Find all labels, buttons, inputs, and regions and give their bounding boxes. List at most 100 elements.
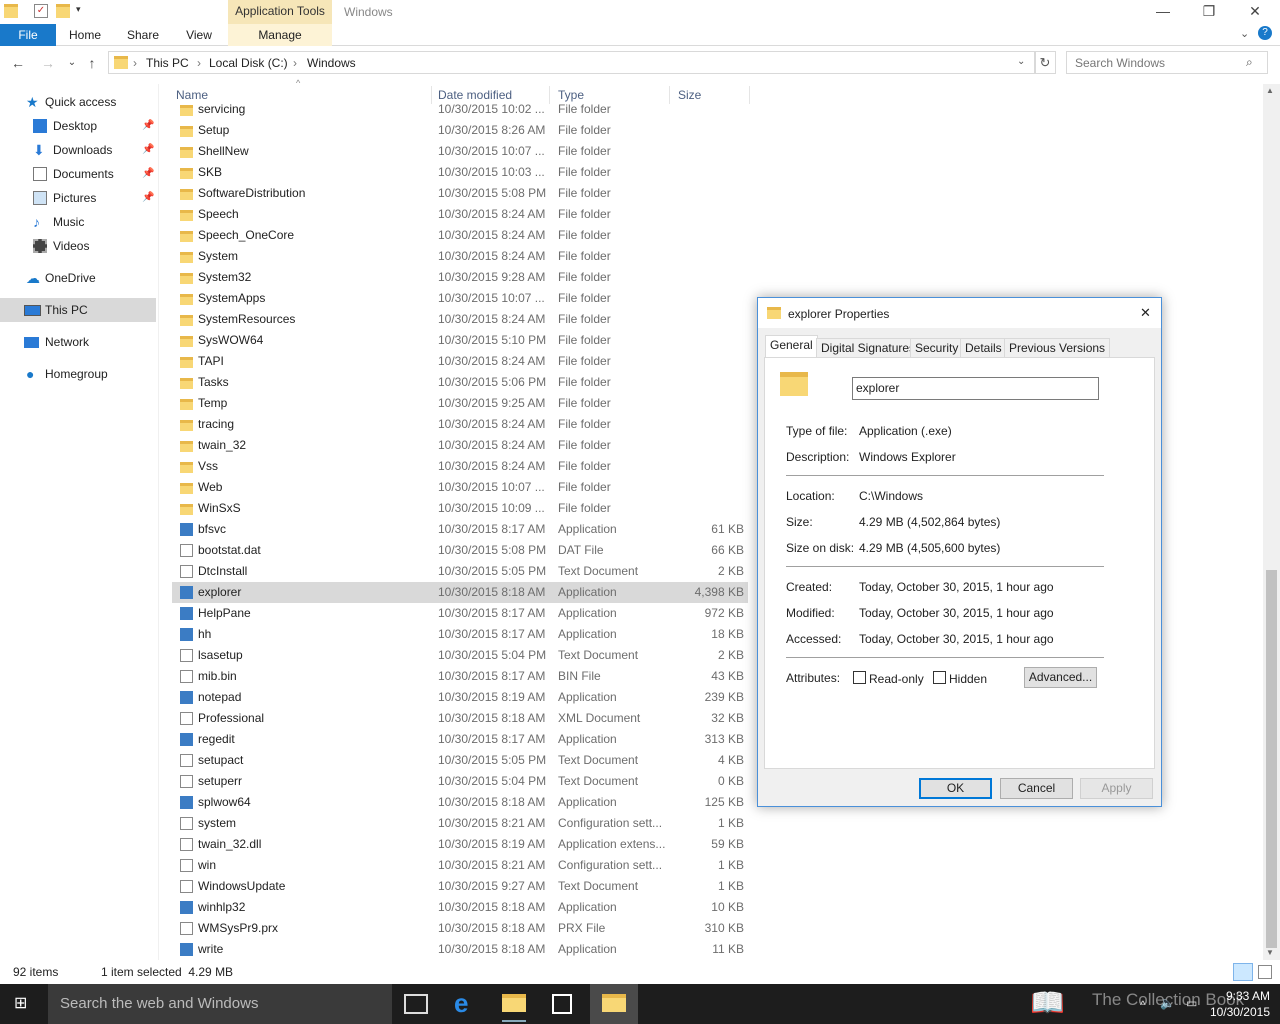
file-row[interactable]: Speech_OneCore 10/30/2015 8:24 AM File fol… [172,225,748,246]
action-center-icon[interactable]: ▭ [1186,996,1197,1010]
file-row[interactable]: write 10/30/2015 8:18 AM Application 11 KB [172,939,748,960]
nav-network[interactable]: Network [0,330,156,354]
file-row[interactable]: bfsvc 10/30/2015 8:17 AM Application 61 KB [172,519,748,540]
nav-onedrive[interactable]: ☁ OneDrive [0,266,156,290]
file-row[interactable]: twain_32 10/30/2015 8:24 AM File folder [172,435,748,456]
file-row[interactable]: Temp 10/30/2015 9:25 AM File folder [172,393,748,414]
nav-quick-access[interactable]: ★ Quick access [0,90,156,114]
file-row[interactable]: WinSxS 10/30/2015 10:09 ... File folder [172,498,748,519]
file-row[interactable]: lsasetup 10/30/2015 5:04 PM Text Document 2… [172,645,748,666]
cancel-button[interactable]: Cancel [1000,778,1073,799]
help-icon[interactable]: ? [1258,26,1272,40]
file-row[interactable]: DtcInstall 10/30/2015 5:05 PM Text Documen… [172,561,748,582]
scroll-down-icon[interactable]: ▼ [1266,948,1274,957]
nav-music[interactable]: ♪ Music [0,210,156,234]
file-row[interactable]: SystemResources 10/30/2015 8:24 AM File fo… [172,309,748,330]
forward-icon[interactable]: → [40,54,56,72]
store-icon[interactable] [552,994,572,1014]
large-icons-view-icon[interactable] [1258,965,1272,979]
tab-file[interactable]: File [0,24,56,46]
file-row[interactable]: SystemApps 10/30/2015 10:07 ... File folde… [172,288,748,309]
address-dropdown-icon[interactable]: ⌄ [1017,56,1025,67]
hidden-checkbox[interactable] [933,671,946,684]
breadcrumb-this-pc[interactable]: This PC [146,56,189,70]
file-row[interactable]: mib.bin 10/30/2015 8:17 AM BIN File 43 KB [172,666,748,687]
properties-icon[interactable]: ✓ [34,4,48,18]
file-row[interactable]: Tasks 10/30/2015 5:06 PM File folder [172,372,748,393]
file-row[interactable]: SysWOW64 10/30/2015 5:10 PM File folder [172,330,748,351]
breadcrumb-local-disk[interactable]: Local Disk (C:) [209,56,288,70]
file-row[interactable]: WMSysPr9.prx 10/30/2015 8:18 AM PRX File 31… [172,918,748,939]
windows-start-icon[interactable]: ⊞ [14,995,32,1013]
file-row[interactable]: twain_32.dll 10/30/2015 8:19 AM Applicatio… [172,834,748,855]
file-row[interactable]: notepad 10/30/2015 8:19 AM Application 239 … [172,687,748,708]
refresh-icon[interactable]: ↻ [1034,51,1056,74]
tab-home[interactable]: Home [62,24,108,46]
file-row[interactable]: splwow64 10/30/2015 8:18 AM Application 125… [172,792,748,813]
hidden-label[interactable]: Hidden [949,672,987,686]
file-row[interactable]: Setup 10/30/2015 8:26 AM File folder [172,120,748,141]
restore-icon[interactable]: ❐ [1186,0,1232,24]
readonly-checkbox[interactable] [853,671,866,684]
file-row[interactable]: System 10/30/2015 8:24 AM File folder [172,246,748,267]
scroll-up-icon[interactable]: ▲ [1266,86,1274,95]
file-row[interactable]: regedit 10/30/2015 8:17 AM Application 313 … [172,729,748,750]
volume-icon[interactable]: 🔈 [1160,996,1175,1010]
nav-desktop[interactable]: Desktop 📌 [0,114,156,138]
file-row[interactable]: setuperr 10/30/2015 5:04 PM Text Document 0… [172,771,748,792]
details-view-icon[interactable] [1233,963,1253,981]
breadcrumb-separator-icon[interactable]: › [133,56,137,70]
breadcrumb-separator-icon[interactable]: › [197,56,201,70]
search-input[interactable]: Search Windows [1066,51,1268,74]
edge-icon[interactable]: e [454,988,468,1019]
clock-date[interactable]: 10/30/2015 [1206,1005,1270,1019]
file-row[interactable]: TAPI 10/30/2015 8:24 AM File folder [172,351,748,372]
file-explorer-icon[interactable] [502,994,526,1012]
breadcrumb-separator-icon[interactable]: › [293,56,297,70]
scrollbar-thumb[interactable] [1266,570,1277,948]
recent-locations-icon[interactable]: ⌄ [64,54,80,72]
address-bar[interactable]: › This PC › Local Disk (C:) › Windows ⌄ [108,51,1036,74]
file-row[interactable]: Vss 10/30/2015 8:24 AM File folder [172,456,748,477]
ok-button[interactable]: OK [919,778,992,799]
breadcrumb-windows[interactable]: Windows [307,56,356,70]
up-icon[interactable]: ↑ [84,54,100,72]
file-row[interactable]: Professional 10/30/2015 8:18 AM XML Docume… [172,708,748,729]
expand-ribbon-icon[interactable]: ⌄ [1240,27,1249,40]
nav-pictures[interactable]: Pictures 📌 [0,186,156,210]
minimize-icon[interactable]: — [1140,0,1186,24]
file-row[interactable]: SoftwareDistribution 10/30/2015 5:08 PM Fi… [172,183,748,204]
file-row[interactable]: win 10/30/2015 8:21 AM Configuration sett.… [172,855,748,876]
back-icon[interactable]: ← [10,54,26,72]
file-row[interactable]: HelpPane 10/30/2015 8:17 AM Application 972… [172,603,748,624]
customize-quick-access-icon[interactable]: ▾ [76,4,90,18]
new-folder-icon[interactable] [56,4,70,18]
file-row[interactable]: setupact 10/30/2015 5:05 PM Text Document 4… [172,750,748,771]
close-icon[interactable]: ✕ [1140,305,1151,321]
tab-previous-versions[interactable]: Previous Versions [1004,338,1111,358]
search-icon[interactable]: ⌕ [1246,55,1253,70]
nav-documents[interactable]: Documents 📌 [0,162,156,186]
close-icon[interactable]: ✕ [1232,0,1278,24]
dialog-title-bar[interactable]: explorer Properties ✕ [758,298,1161,328]
file-row[interactable]: tracing 10/30/2015 8:24 AM File folder [172,414,748,435]
file-row[interactable]: system 10/30/2015 8:21 AM Configuration se… [172,813,748,834]
tab-digital-signatures[interactable]: Digital Signatures [816,338,921,358]
file-row[interactable]: Speech 10/30/2015 8:24 AM File folder [172,204,748,225]
nav-downloads[interactable]: ⬇ Downloads 📌 [0,138,156,162]
file-row[interactable]: SKB 10/30/2015 10:03 ... File folder [172,162,748,183]
nav-videos[interactable]: Videos [0,234,156,258]
task-view-icon[interactable] [404,994,428,1014]
nav-homegroup[interactable]: ● Homegroup [0,362,156,386]
clock-time[interactable]: 9:33 AM [1212,989,1270,1003]
filename-input[interactable]: explorer [852,377,1099,400]
file-row[interactable]: servicing 10/30/2015 10:02 ... File folder [172,99,748,120]
tab-share[interactable]: Share [122,24,164,46]
show-hidden-icons-icon[interactable]: ^ [1140,998,1146,1012]
advanced-button[interactable]: Advanced... [1024,667,1097,688]
tab-view[interactable]: View [178,24,220,46]
tab-security[interactable]: Security [910,338,964,358]
file-row[interactable]: explorer 10/30/2015 8:18 AM Application 4,3… [172,582,748,603]
file-row[interactable]: ShellNew 10/30/2015 10:07 ... File folder [172,141,748,162]
readonly-label[interactable]: Read-only [869,672,924,686]
